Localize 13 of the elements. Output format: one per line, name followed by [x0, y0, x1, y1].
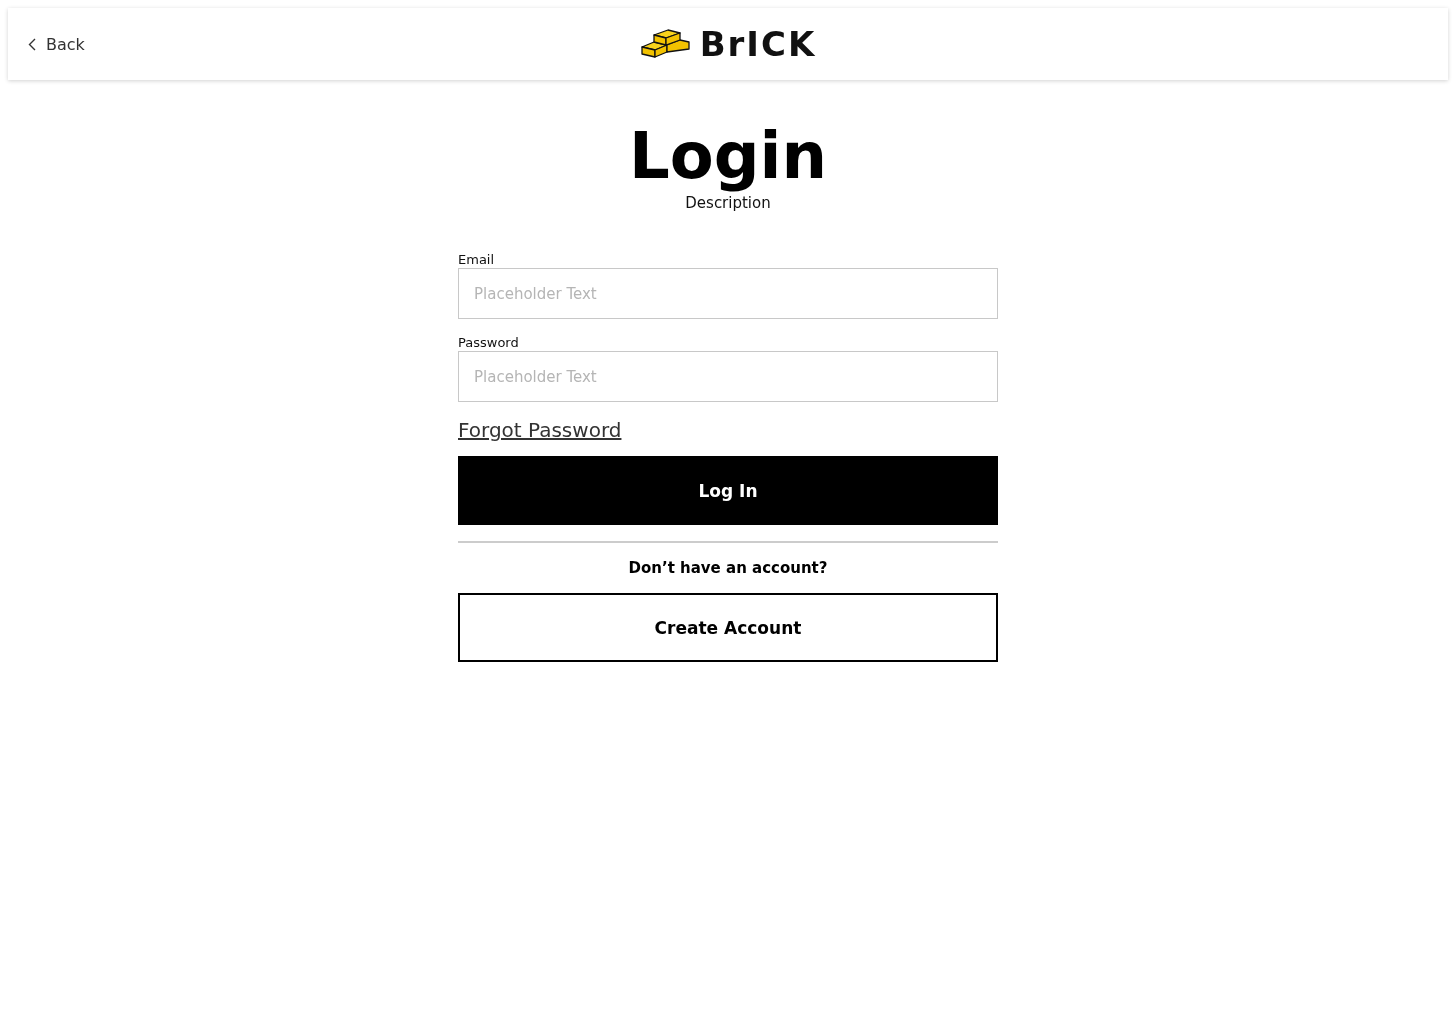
field-label: Email	[458, 252, 496, 267]
logo-wordmark: BrICK	[699, 24, 817, 64]
signup-prompt: Don’t have an account?	[627, 559, 829, 577]
input-field[interactable]: Placeholder Text	[458, 351, 998, 402]
login-button[interactable]: Log In	[458, 456, 998, 525]
input-field[interactable]: Placeholder Text	[458, 268, 998, 319]
create-account-button[interactable]: Create Account	[458, 593, 998, 662]
page-description: Description	[684, 194, 772, 212]
field-label: Password	[458, 335, 520, 350]
chevron-left-icon	[28, 37, 36, 51]
brick-logo-icon	[639, 27, 692, 61]
forgot-password-link[interactable]: Forgot Password	[458, 418, 622, 442]
back-link[interactable]: Back	[28, 34, 85, 54]
